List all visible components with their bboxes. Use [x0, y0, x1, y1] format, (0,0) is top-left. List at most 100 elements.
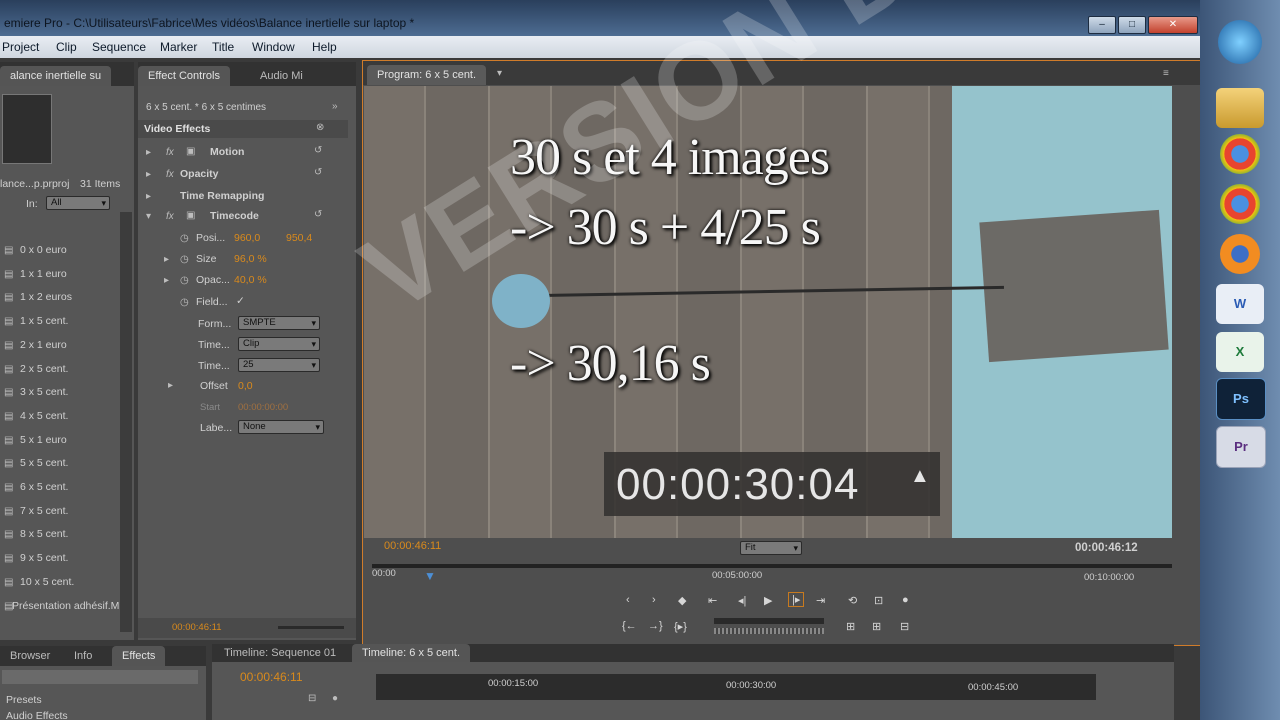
go-to-in-icon[interactable]: ⇤	[708, 594, 717, 607]
project-item[interactable]: 1 x 5 cent.	[20, 315, 68, 327]
add-marker-icon[interactable]: ◆	[678, 594, 686, 607]
stopwatch-icon[interactable]: ◷	[180, 234, 189, 244]
size-value[interactable]: 96,0 %	[234, 253, 267, 265]
position-x-value[interactable]: 960,0	[234, 232, 260, 244]
effects-search-input[interactable]	[2, 670, 198, 684]
tab-timeline-sequence-01[interactable]: Timeline: Sequence 01	[214, 644, 346, 662]
menu-marker[interactable]: Marker	[160, 40, 197, 54]
stopwatch-icon[interactable]: ◷	[180, 255, 189, 265]
photoshop-icon[interactable]: Ps	[1216, 378, 1266, 420]
project-item[interactable]: 2 x 1 euro	[20, 339, 67, 351]
menu-window[interactable]: Window	[252, 40, 295, 54]
menu-sequence[interactable]: Sequence	[92, 40, 146, 54]
expand-arrow-icon[interactable]: ▸	[146, 170, 151, 180]
project-item[interactable]: 0 x 0 euro	[20, 244, 67, 256]
stopwatch-icon[interactable]: ◷	[180, 298, 189, 308]
export-frame-icon[interactable]: ⊟	[900, 620, 909, 633]
output-icon[interactable]: ●	[902, 594, 909, 606]
fx-icon[interactable]: fx	[166, 170, 174, 180]
firefox-icon[interactable]	[1220, 234, 1260, 274]
in-dropdown[interactable]: All	[46, 196, 110, 210]
presets-folder[interactable]: Presets	[6, 694, 42, 706]
zoom-slider[interactable]	[278, 626, 344, 629]
folder-icon[interactable]	[1216, 88, 1264, 128]
project-item[interactable]: 10 x 5 cent.	[20, 576, 74, 588]
menu-project[interactable]: Project	[2, 40, 39, 54]
start-orb-icon[interactable]	[1218, 20, 1262, 64]
project-item[interactable]: 1 x 1 euro	[20, 268, 67, 280]
go-next-edit-icon[interactable]: →}	[648, 620, 663, 632]
step-back-icon[interactable]: ◂|	[738, 594, 746, 607]
loop-icon[interactable]: ⟲	[848, 594, 857, 607]
project-item[interactable]: 4 x 5 cent.	[20, 410, 68, 422]
fx-icon[interactable]: fx	[166, 148, 174, 158]
motion-transform-icon[interactable]: ▣	[186, 147, 195, 157]
project-item[interactable]: 1 x 2 euros	[20, 291, 72, 303]
chrome-icon[interactable]	[1220, 184, 1260, 224]
project-item[interactable]: 7 x 5 cent.	[20, 505, 68, 517]
close-button[interactable]: ✕	[1148, 16, 1198, 34]
tab-program[interactable]: Program: 6 x 5 cent.	[367, 65, 487, 85]
expand-arrow-icon[interactable]: ▸	[146, 192, 151, 202]
project-item[interactable]: 2 x 5 cent.	[20, 363, 68, 375]
timebase-dropdown[interactable]: 25	[238, 358, 320, 372]
format-dropdown[interactable]: SMPTE	[238, 316, 320, 330]
collapse-arrow-icon[interactable]: ▾	[146, 212, 151, 222]
tab-menu-icon[interactable]: ▾	[497, 69, 502, 79]
chrome-icon[interactable]	[1220, 134, 1260, 174]
effect-time-remapping[interactable]: Time Remapping	[180, 190, 264, 202]
step-forward-icon[interactable]: |▸	[788, 592, 805, 607]
menu-title[interactable]: Title	[212, 40, 234, 54]
effect-timecode[interactable]: Timecode	[210, 210, 259, 222]
tab-effects[interactable]: Effects	[112, 646, 166, 666]
program-scrubber[interactable]	[372, 564, 1172, 568]
expand-arrow-icon[interactable]: ▸	[164, 255, 169, 265]
project-item[interactable]: 3 x 5 cent.	[20, 386, 68, 398]
play-icon[interactable]: ▶	[764, 594, 772, 607]
audio-effects-folder[interactable]: Audio Effects	[6, 710, 68, 720]
expand-arrow-icon[interactable]: ▸	[164, 276, 169, 286]
timecode-source-dropdown[interactable]: Clip	[238, 337, 320, 351]
tab-info[interactable]: Info	[64, 646, 102, 666]
expand-icon[interactable]: »	[332, 102, 338, 112]
lift-icon[interactable]: ⊞	[846, 620, 855, 633]
field-checkbox[interactable]: ✓	[236, 295, 245, 307]
expand-arrow-icon[interactable]: ▸	[168, 381, 173, 391]
motion-transform-icon[interactable]: ▣	[186, 211, 195, 221]
effect-motion[interactable]: Motion	[210, 146, 244, 158]
set-out-icon[interactable]: ›	[652, 594, 656, 606]
project-scrollbar[interactable]	[120, 212, 132, 632]
project-item[interactable]: 8 x 5 cent.	[20, 528, 68, 540]
reset-icon[interactable]: ↺	[314, 146, 322, 156]
project-item[interactable]: 5 x 5 cent.	[20, 457, 68, 469]
project-item[interactable]: Présentation adhésif.M	[12, 600, 119, 612]
go-to-out-icon[interactable]: ⇥	[816, 594, 825, 607]
label-dropdown[interactable]: None	[238, 420, 324, 434]
project-item[interactable]: 5 x 1 euro	[20, 434, 67, 446]
effect-opacity[interactable]: Opacity	[180, 168, 219, 180]
shuttle-slider[interactable]	[714, 618, 824, 624]
maximize-button[interactable]: □	[1118, 16, 1146, 34]
project-item[interactable]: 6 x 5 cent.	[20, 481, 68, 493]
tab-media-browser[interactable]: Browser	[0, 646, 60, 666]
offset-value[interactable]: 0,0	[238, 380, 253, 392]
project-item[interactable]: 9 x 5 cent.	[20, 552, 68, 564]
position-y-value[interactable]: 950,4	[286, 232, 312, 244]
premiere-icon[interactable]: Pr	[1216, 426, 1266, 468]
opacity-value[interactable]: 40,0 %	[234, 274, 267, 286]
go-prev-edit-icon[interactable]: {←	[622, 620, 637, 632]
reset-icon[interactable]: ↺	[314, 210, 322, 220]
tab-effect-controls[interactable]: Effect Controls	[138, 66, 230, 86]
word-icon[interactable]: W	[1216, 284, 1264, 324]
jog-wheel[interactable]	[714, 628, 824, 634]
start-value[interactable]: 00:00:00:00	[238, 402, 288, 413]
menu-help[interactable]: Help	[312, 40, 337, 54]
tab-project[interactable]: alance inertielle su	[0, 66, 112, 86]
set-in-icon[interactable]: ‹	[626, 594, 630, 606]
minimize-button[interactable]: –	[1088, 16, 1116, 34]
stopwatch-icon[interactable]: ◷	[180, 276, 189, 286]
panel-menu-icon[interactable]: ≡	[1163, 69, 1169, 79]
menu-clip[interactable]: Clip	[56, 40, 77, 54]
tab-timeline-6x5[interactable]: Timeline: 6 x 5 cent.	[352, 644, 471, 662]
program-current-time[interactable]: 00:00:46:11	[384, 540, 441, 552]
